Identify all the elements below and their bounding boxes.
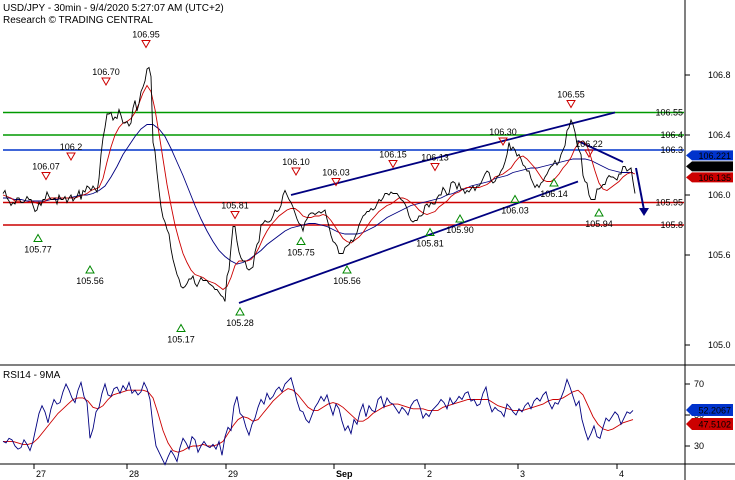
peak-label: 106.22 bbox=[575, 139, 603, 149]
price-axis-label: 106.4 bbox=[708, 130, 731, 140]
peak-label: 106.10 bbox=[282, 157, 310, 167]
peak-label: 106.95 bbox=[132, 30, 160, 40]
peak-label: 106.07 bbox=[32, 162, 60, 172]
peak-label: 105.81 bbox=[221, 201, 249, 211]
level-label: 106.4 bbox=[660, 130, 683, 140]
peak-label: 106.30 bbox=[489, 127, 517, 137]
level-label: 105.8 bbox=[660, 220, 683, 230]
trough-label: 105.77 bbox=[24, 245, 52, 255]
peak-label: 106.70 bbox=[92, 67, 120, 77]
level-label: 105.95 bbox=[655, 198, 683, 208]
peak-label: 106.15 bbox=[379, 150, 407, 160]
time-axis-label: 4 bbox=[619, 469, 624, 479]
trough-label: 105.56 bbox=[76, 276, 104, 286]
trough-label: 105.28 bbox=[226, 318, 254, 328]
chart-title: USD/JPY - 30min - 9/4/2020 5:27:07 AM (U… bbox=[3, 3, 224, 14]
price-axis-label: 105.6 bbox=[708, 250, 731, 260]
time-axis-label: 27 bbox=[36, 469, 46, 479]
trough-label: 105.94 bbox=[585, 219, 613, 229]
price-tag-label: 106.135 bbox=[698, 173, 731, 183]
rsi-tag-label: 47.5102 bbox=[698, 420, 731, 430]
trough-label: 105.56 bbox=[333, 276, 361, 286]
peak-label: 106.55 bbox=[557, 90, 585, 100]
time-axis-label: 29 bbox=[228, 469, 238, 479]
price-axis-label: 106.8 bbox=[708, 70, 731, 80]
price-axis-label: 106.0 bbox=[708, 190, 731, 200]
rsi-panel-title: RSI14 - 9MA bbox=[3, 370, 61, 381]
price-tag-label: 106.191 bbox=[698, 162, 731, 172]
rsi-tag-label: 52.2067 bbox=[698, 406, 731, 416]
level-label: 106.3 bbox=[660, 145, 683, 155]
trough-label: 105.17 bbox=[167, 335, 195, 345]
price-tag-label: 106.221 bbox=[698, 151, 731, 161]
time-axis-label: 3 bbox=[520, 469, 525, 479]
trough-label: 106.14 bbox=[540, 189, 568, 199]
trough-label: 105.81 bbox=[416, 239, 444, 249]
trough-label: 105.90 bbox=[446, 225, 474, 235]
price-axis-label: 105.0 bbox=[708, 340, 731, 350]
peak-label: 106.2 bbox=[60, 142, 83, 152]
time-axis-label: Sep bbox=[336, 469, 353, 479]
time-axis-label: 28 bbox=[129, 469, 139, 479]
usdjpy-chart: USD/JPY - 30min - 9/4/2020 5:27:07 AM (U… bbox=[0, 0, 735, 480]
time-axis-label: 2 bbox=[427, 469, 432, 479]
rsi-axis-label: 30 bbox=[694, 441, 704, 451]
level-label: 106.55 bbox=[655, 108, 683, 118]
trough-label: 106.03 bbox=[501, 206, 529, 216]
peak-label: 106.03 bbox=[322, 168, 350, 178]
rsi-axis-label: 70 bbox=[694, 379, 704, 389]
trough-label: 105.75 bbox=[287, 248, 315, 258]
chart-source: Research © TRADING CENTRAL bbox=[3, 15, 153, 26]
